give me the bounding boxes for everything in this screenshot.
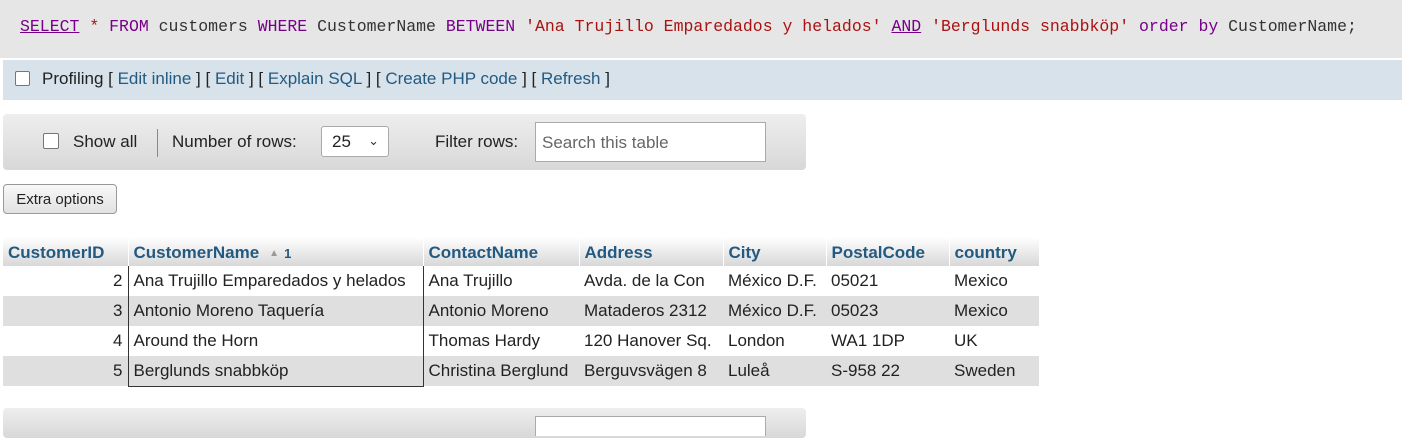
cell-city: México D.F.: [723, 296, 826, 326]
explain-sql-link[interactable]: Explain SQL: [268, 69, 362, 88]
cell-customername[interactable]: Ana Trujillo Emparedados y helados: [127, 266, 424, 296]
cell-postalcode: 05023: [826, 296, 949, 326]
cell-contactname: Christina Berglund: [423, 356, 579, 386]
sql-select-keyword[interactable]: SELECT: [20, 17, 79, 36]
cell-city: Luleå: [723, 356, 826, 386]
bottom-navigation-bar: [3, 408, 806, 438]
cell-city: London: [723, 326, 826, 356]
table-row[interactable]: 3 Antonio Moreno Taquería Antonio Moreno…: [3, 296, 1039, 326]
edit-link[interactable]: Edit: [215, 69, 244, 88]
sql-value-2: 'Berglunds snabbköp': [931, 17, 1130, 36]
bottom-filter-input[interactable]: [535, 416, 766, 436]
cell-address: 120 Hanover Sq.: [579, 326, 723, 356]
table-row[interactable]: 5 Berglunds snabbköp Christina Berglund …: [3, 356, 1039, 387]
sql-between-keyword: BETWEEN: [445, 17, 516, 36]
profiling-label: Profiling: [42, 69, 104, 88]
sql-value-1: 'Ana Trujillo Emparedados y helados': [525, 17, 882, 36]
cell-address: Avda. de la Con: [579, 266, 723, 296]
column-header-address[interactable]: Address: [579, 237, 724, 266]
column-header-customerid[interactable]: CustomerID: [3, 237, 129, 266]
cell-customerid: 3: [3, 296, 128, 326]
refresh-link[interactable]: Refresh: [541, 69, 601, 88]
rows-per-page-select[interactable]: 25 ⌄: [321, 126, 389, 157]
chevron-down-icon: ⌄: [368, 133, 379, 148]
create-php-code-link[interactable]: Create PHP code: [385, 69, 517, 88]
cell-customername[interactable]: Antonio Moreno Taquería: [127, 296, 424, 326]
sql-from-keyword: FROM: [109, 17, 149, 36]
cell-contactname: Antonio Moreno: [423, 296, 579, 326]
nav-divider: [157, 129, 158, 157]
sql-query-display: SELECT * FROM customers WHERE CustomerNa…: [0, 0, 1402, 58]
sql-and-keyword[interactable]: AND: [891, 17, 921, 36]
cell-customerid: 4: [3, 326, 128, 356]
filter-rows-input[interactable]: Search this table: [535, 122, 766, 162]
cell-postalcode: 05021: [826, 266, 949, 296]
sql-by-keyword: by: [1198, 17, 1219, 36]
sql-star: *: [89, 17, 100, 36]
column-header-country[interactable]: country: [949, 237, 1040, 266]
extra-options-button[interactable]: Extra options: [3, 184, 117, 214]
cell-country: Sweden: [949, 356, 1039, 386]
cell-customerid: 5: [3, 356, 128, 386]
table-row[interactable]: 4 Around the Horn Thomas Hardy 120 Hanov…: [3, 326, 1039, 356]
show-all-label[interactable]: Show all: [73, 132, 137, 152]
filter-rows-label: Filter rows:: [435, 132, 519, 151]
cell-customerid: 2: [3, 266, 128, 296]
column-header-postalcode[interactable]: PostalCode: [826, 237, 950, 266]
rows-label: Number of rows:: [172, 132, 297, 151]
cell-address: Berguvsvägen 8: [579, 356, 723, 386]
rows-per-page-value: 25: [332, 132, 351, 151]
cell-postalcode: S-958 22: [826, 356, 949, 386]
cell-contactname: Thomas Hardy: [423, 326, 579, 356]
cell-country: Mexico: [949, 296, 1039, 326]
table-row[interactable]: 2 Ana Trujillo Emparedados y helados Ana…: [3, 266, 1039, 296]
profiling-bar: Profiling [ Edit inline ] [ Edit ] [ Exp…: [3, 60, 1402, 100]
sql-table-name: customers: [158, 17, 248, 36]
sql-order-column: CustomerName;: [1228, 17, 1357, 36]
sql-where-keyword: WHERE: [257, 17, 308, 36]
cell-customername[interactable]: Around the Horn: [127, 326, 424, 356]
show-all-checkbox[interactable]: [43, 133, 59, 149]
sort-ascending-icon: ▲: [269, 248, 280, 259]
table-navigation-bar: Show all Number of rows: 25 ⌄ Filter row…: [3, 114, 806, 170]
cell-country: Mexico: [949, 266, 1039, 296]
sql-column: CustomerName: [317, 17, 436, 36]
column-header-city[interactable]: City: [723, 237, 827, 266]
cell-postalcode: WA1 1DP: [826, 326, 949, 356]
column-header-contactname[interactable]: ContactName: [423, 237, 580, 266]
column-header-customername[interactable]: CustomerName ▲ 1: [128, 237, 424, 266]
cell-address: Mataderos 2312: [579, 296, 723, 326]
sort-order-number: 1: [284, 246, 292, 261]
cell-contactname: Ana Trujillo: [423, 266, 579, 296]
cell-customername[interactable]: Berglunds snabbköp: [127, 356, 424, 387]
results-table: CustomerID CustomerName ▲ 1 ContactName Ad…: [3, 237, 1040, 387]
profiling-checkbox[interactable]: [15, 71, 30, 86]
cell-city: México D.F.: [723, 266, 826, 296]
table-header-row: CustomerID CustomerName ▲ 1 ContactName Ad…: [3, 237, 1040, 266]
sql-order-keyword: order: [1139, 17, 1189, 36]
cell-country: UK: [949, 326, 1039, 356]
edit-inline-link[interactable]: Edit inline: [118, 69, 192, 88]
